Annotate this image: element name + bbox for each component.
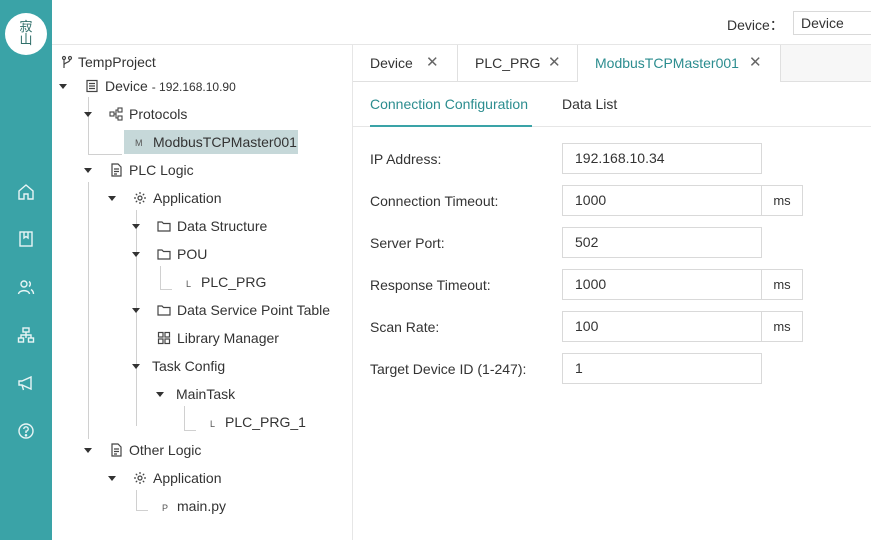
connection-timeout-label: Connection Timeout: <box>370 193 499 209</box>
server-port-label: Server Port: <box>370 235 445 251</box>
project-tree: TempProject Device - 192.168.10.90 Proto… <box>52 45 353 540</box>
tree-item-task-config[interactable]: Task Config <box>152 354 225 378</box>
connection-timeout-input[interactable]: 1000 <box>562 185 762 216</box>
close-icon[interactable]: ✕ <box>749 45 762 81</box>
device-ip: - 192.168.10.90 <box>151 80 236 94</box>
tree-connector <box>160 266 161 289</box>
ip-address-label: IP Address: <box>370 151 442 167</box>
modbus-label: ModbusTCPMaster001 <box>153 134 297 150</box>
app-sidebar: 寂 山 <box>0 0 52 540</box>
response-timeout-label: Response Timeout: <box>370 277 491 293</box>
logo-char-bottom: 山 <box>19 33 33 48</box>
target-device-id-input[interactable]: 1 <box>562 353 762 384</box>
tree-connector <box>136 510 148 511</box>
modbus-type-letter: M <box>135 138 143 148</box>
tree-item-protocols[interactable]: Protocols <box>129 102 187 126</box>
caret-down-icon[interactable] <box>59 84 67 89</box>
tree-item-main-py[interactable]: main.py <box>177 494 226 518</box>
folder-icon <box>157 247 171 261</box>
caret-down-icon[interactable] <box>132 252 140 257</box>
target-device-id-label: Target Device ID (1-247): <box>370 361 527 377</box>
home-icon[interactable] <box>16 182 36 202</box>
caret-down-icon[interactable] <box>84 112 92 117</box>
caret-down-icon[interactable] <box>108 196 116 201</box>
top-bar: Device： Device <box>52 0 871 45</box>
tab-label: Device <box>370 55 413 71</box>
tab-device[interactable]: Device ✕ <box>353 45 458 81</box>
branch-icon <box>60 55 74 69</box>
tab-label: PLC_PRG <box>475 55 541 71</box>
caret-down-icon[interactable] <box>132 224 140 229</box>
help-icon[interactable] <box>16 421 36 441</box>
scan-rate-label: Scan Rate: <box>370 319 440 335</box>
tree-item-pou[interactable]: POU <box>177 242 207 266</box>
tree-connector <box>136 210 137 426</box>
book-icon[interactable] <box>16 229 36 249</box>
tree-item-application-other[interactable]: Application <box>153 466 222 490</box>
main-py-type-letter: P <box>162 503 169 513</box>
tree-item-library-manager[interactable]: Library Manager <box>177 326 279 350</box>
file-icon <box>109 443 123 457</box>
device-selector-label: Device： <box>727 17 784 33</box>
caret-down-icon[interactable] <box>108 476 116 481</box>
tree-item-data-service[interactable]: Data Service Point Table <box>177 298 330 322</box>
device-name: Device <box>105 78 148 94</box>
ip-address-input[interactable]: 192.168.10.34 <box>562 143 762 174</box>
tree-connector <box>88 154 122 155</box>
active-tab-indicator <box>370 125 532 127</box>
scan-rate-input[interactable]: 100 <box>562 311 762 342</box>
gear-icon <box>133 471 147 485</box>
tree-item-main-task[interactable]: MainTask <box>176 382 235 406</box>
tab-modbus[interactable]: ModbusTCPMaster001 ✕ <box>578 45 781 82</box>
response-timeout-input[interactable]: 1000 <box>562 269 762 300</box>
caret-down-icon[interactable] <box>84 448 92 453</box>
grid-icon <box>157 331 171 345</box>
device-icon <box>85 79 99 93</box>
tree-connector <box>184 406 185 430</box>
server-port-input[interactable]: 502 <box>562 227 762 258</box>
file-icon <box>109 163 123 177</box>
tree-item-plc-prg-1[interactable]: PLC_PRG_1 <box>225 410 306 434</box>
plc-prg-1-type-letter: L <box>210 419 216 429</box>
tree-connector <box>88 97 89 154</box>
gear-icon <box>133 191 147 205</box>
plc-prg-type-letter: L <box>186 279 192 289</box>
tab-plc-prg[interactable]: PLC_PRG ✕ <box>458 45 578 81</box>
tree-item-other-logic[interactable]: Other Logic <box>129 438 201 462</box>
caret-down-icon[interactable] <box>84 168 92 173</box>
folder-icon <box>157 303 171 317</box>
connection-timeout-unit: ms <box>761 185 803 216</box>
users-icon[interactable] <box>16 277 36 297</box>
tree-item-plc-logic[interactable]: PLC Logic <box>129 158 194 182</box>
tree-item-modbus[interactable]: M ModbusTCPMaster001 <box>124 130 298 154</box>
tree-connector <box>88 182 89 439</box>
megaphone-icon[interactable] <box>16 373 36 393</box>
caret-down-icon[interactable] <box>156 392 164 397</box>
tab-data-list[interactable]: Data List <box>562 96 617 112</box>
tree-item-plc-prg[interactable]: PLC_PRG <box>201 270 266 294</box>
tree-item-data-structure[interactable]: Data Structure <box>177 214 267 238</box>
network-icon[interactable] <box>16 325 36 345</box>
tree-item-application[interactable]: Application <box>153 186 222 210</box>
device-selector[interactable]: Device <box>793 11 871 35</box>
config-subtabs: Connection Configuration Data List <box>353 82 871 127</box>
folder-icon <box>157 219 171 233</box>
caret-down-icon[interactable] <box>132 308 140 313</box>
response-timeout-unit: ms <box>761 269 803 300</box>
close-icon[interactable]: ✕ <box>548 45 561 81</box>
tab-label: ModbusTCPMaster001 <box>595 55 739 71</box>
tree-connector <box>184 430 196 431</box>
protocol-icon <box>109 107 123 121</box>
tab-connection-configuration[interactable]: Connection Configuration <box>370 96 528 112</box>
tree-connector <box>136 490 137 510</box>
tree-item-device[interactable]: Device - 192.168.10.90 <box>105 74 236 98</box>
close-icon[interactable]: ✕ <box>426 45 439 81</box>
tree-item-project[interactable]: TempProject <box>78 50 156 74</box>
editor-tabs: Device ✕ PLC_PRG ✕ ModbusTCPMaster001 ✕ <box>353 45 871 82</box>
scan-rate-unit: ms <box>761 311 803 342</box>
tree-connector <box>160 289 172 290</box>
caret-down-icon[interactable] <box>132 364 140 369</box>
app-logo[interactable]: 寂 山 <box>5 13 47 55</box>
